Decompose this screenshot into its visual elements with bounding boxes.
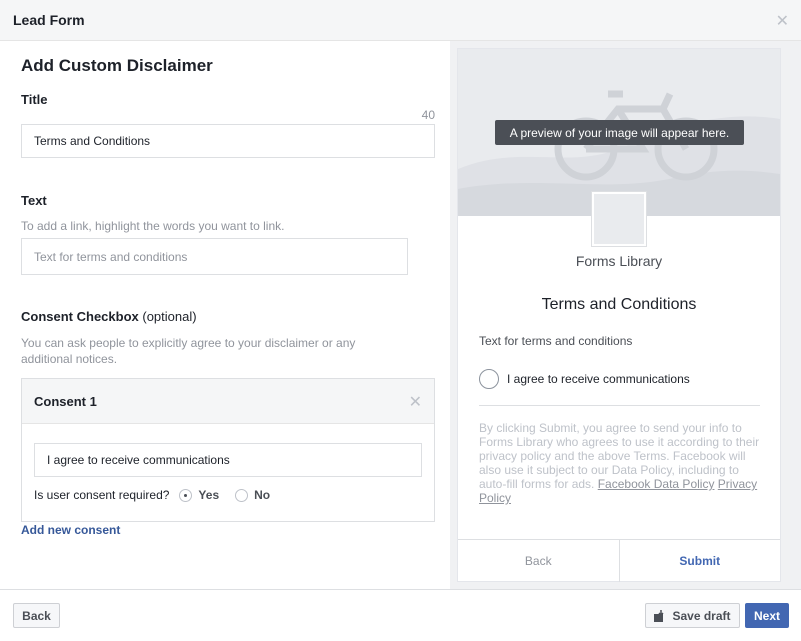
- preview-consent-checkbox[interactable]: [479, 369, 499, 389]
- preview-consent-row: I agree to receive communications: [479, 369, 690, 389]
- preview-disclaimer-title: Terms and Conditions: [541, 296, 697, 313]
- preview-back-button[interactable]: Back: [458, 540, 620, 582]
- editor-heading: Add Custom Disclaimer: [21, 56, 213, 75]
- text-hint: To add a link, highlight the words you w…: [21, 219, 285, 233]
- consent-card-title: Consent 1: [34, 394, 97, 409]
- consent-text-value: I agree to receive communications: [47, 453, 230, 467]
- image-preview-tooltip: A preview of your image will appear here…: [495, 120, 744, 145]
- close-icon[interactable]: ✕: [776, 11, 789, 31]
- preview-footer: Back Submit: [458, 539, 780, 582]
- title-input-value: Terms and Conditions: [34, 134, 151, 148]
- text-input[interactable]: Text for terms and conditions: [21, 238, 408, 275]
- preview-pane: A preview of your image will appear here…: [450, 41, 801, 589]
- text-input-placeholder: Text for terms and conditions: [34, 249, 188, 264]
- dialog-footer: Back Save draft Next: [0, 589, 801, 641]
- preview-submit-button[interactable]: Submit: [620, 540, 781, 582]
- preview-image-placeholder: A preview of your image will appear here…: [458, 49, 780, 216]
- dialog-titlebar: Lead Form ✕: [0, 0, 801, 41]
- consent-required-yes-radio[interactable]: [179, 488, 193, 502]
- title-label: Title: [21, 92, 48, 107]
- save-draft-label: Save draft: [672, 608, 731, 623]
- lead-form-preview: A preview of your image will appear here…: [457, 48, 781, 582]
- consent-hint: You can ask people to explicitly agree t…: [21, 336, 356, 366]
- title-char-counter: 40: [421, 108, 435, 122]
- save-draft-icon: [654, 609, 665, 622]
- page-avatar: [592, 192, 646, 246]
- preview-page-name: Forms Library: [575, 253, 663, 269]
- consent-checkbox-title: Consent Checkbox: [21, 309, 139, 324]
- remove-consent-icon[interactable]: ✕: [409, 392, 422, 412]
- add-new-consent-link[interactable]: Add new consent: [21, 523, 120, 537]
- dialog-title: Lead Form: [13, 12, 85, 28]
- next-button[interactable]: Next: [745, 603, 789, 628]
- title-input[interactable]: Terms and Conditions: [21, 124, 435, 158]
- preview-disclaimer-text: Text for terms and conditions: [479, 334, 633, 348]
- back-button[interactable]: Back: [13, 603, 60, 628]
- consent-required-question: Is user consent required?: [34, 488, 170, 502]
- consent-card: Consent 1 ✕ I agree to receive communica…: [21, 378, 435, 522]
- consent-optional-tag: (optional): [142, 309, 197, 324]
- consent-required-no-label[interactable]: No: [254, 488, 270, 502]
- consent-required-row: Is user consent required? Yes No: [34, 488, 270, 502]
- editor-pane: Add Custom Disclaimer Title 40 Terms and…: [0, 41, 450, 589]
- consent-card-header: Consent 1 ✕: [22, 379, 434, 424]
- preview-legal-text: By clicking Submit, you agree to send yo…: [479, 421, 762, 505]
- preview-consent-label: I agree to receive communications: [507, 372, 690, 386]
- facebook-data-policy-link[interactable]: Facebook Data Policy: [598, 477, 715, 491]
- consent-required-yes-label[interactable]: Yes: [198, 488, 219, 502]
- save-draft-button[interactable]: Save draft: [645, 603, 740, 628]
- consent-text-input[interactable]: I agree to receive communications: [34, 443, 422, 477]
- consent-required-no-radio[interactable]: [235, 488, 249, 502]
- consent-checkbox-label: Consent Checkbox (optional): [21, 309, 197, 324]
- preview-divider: [479, 405, 760, 406]
- text-label: Text: [21, 193, 47, 208]
